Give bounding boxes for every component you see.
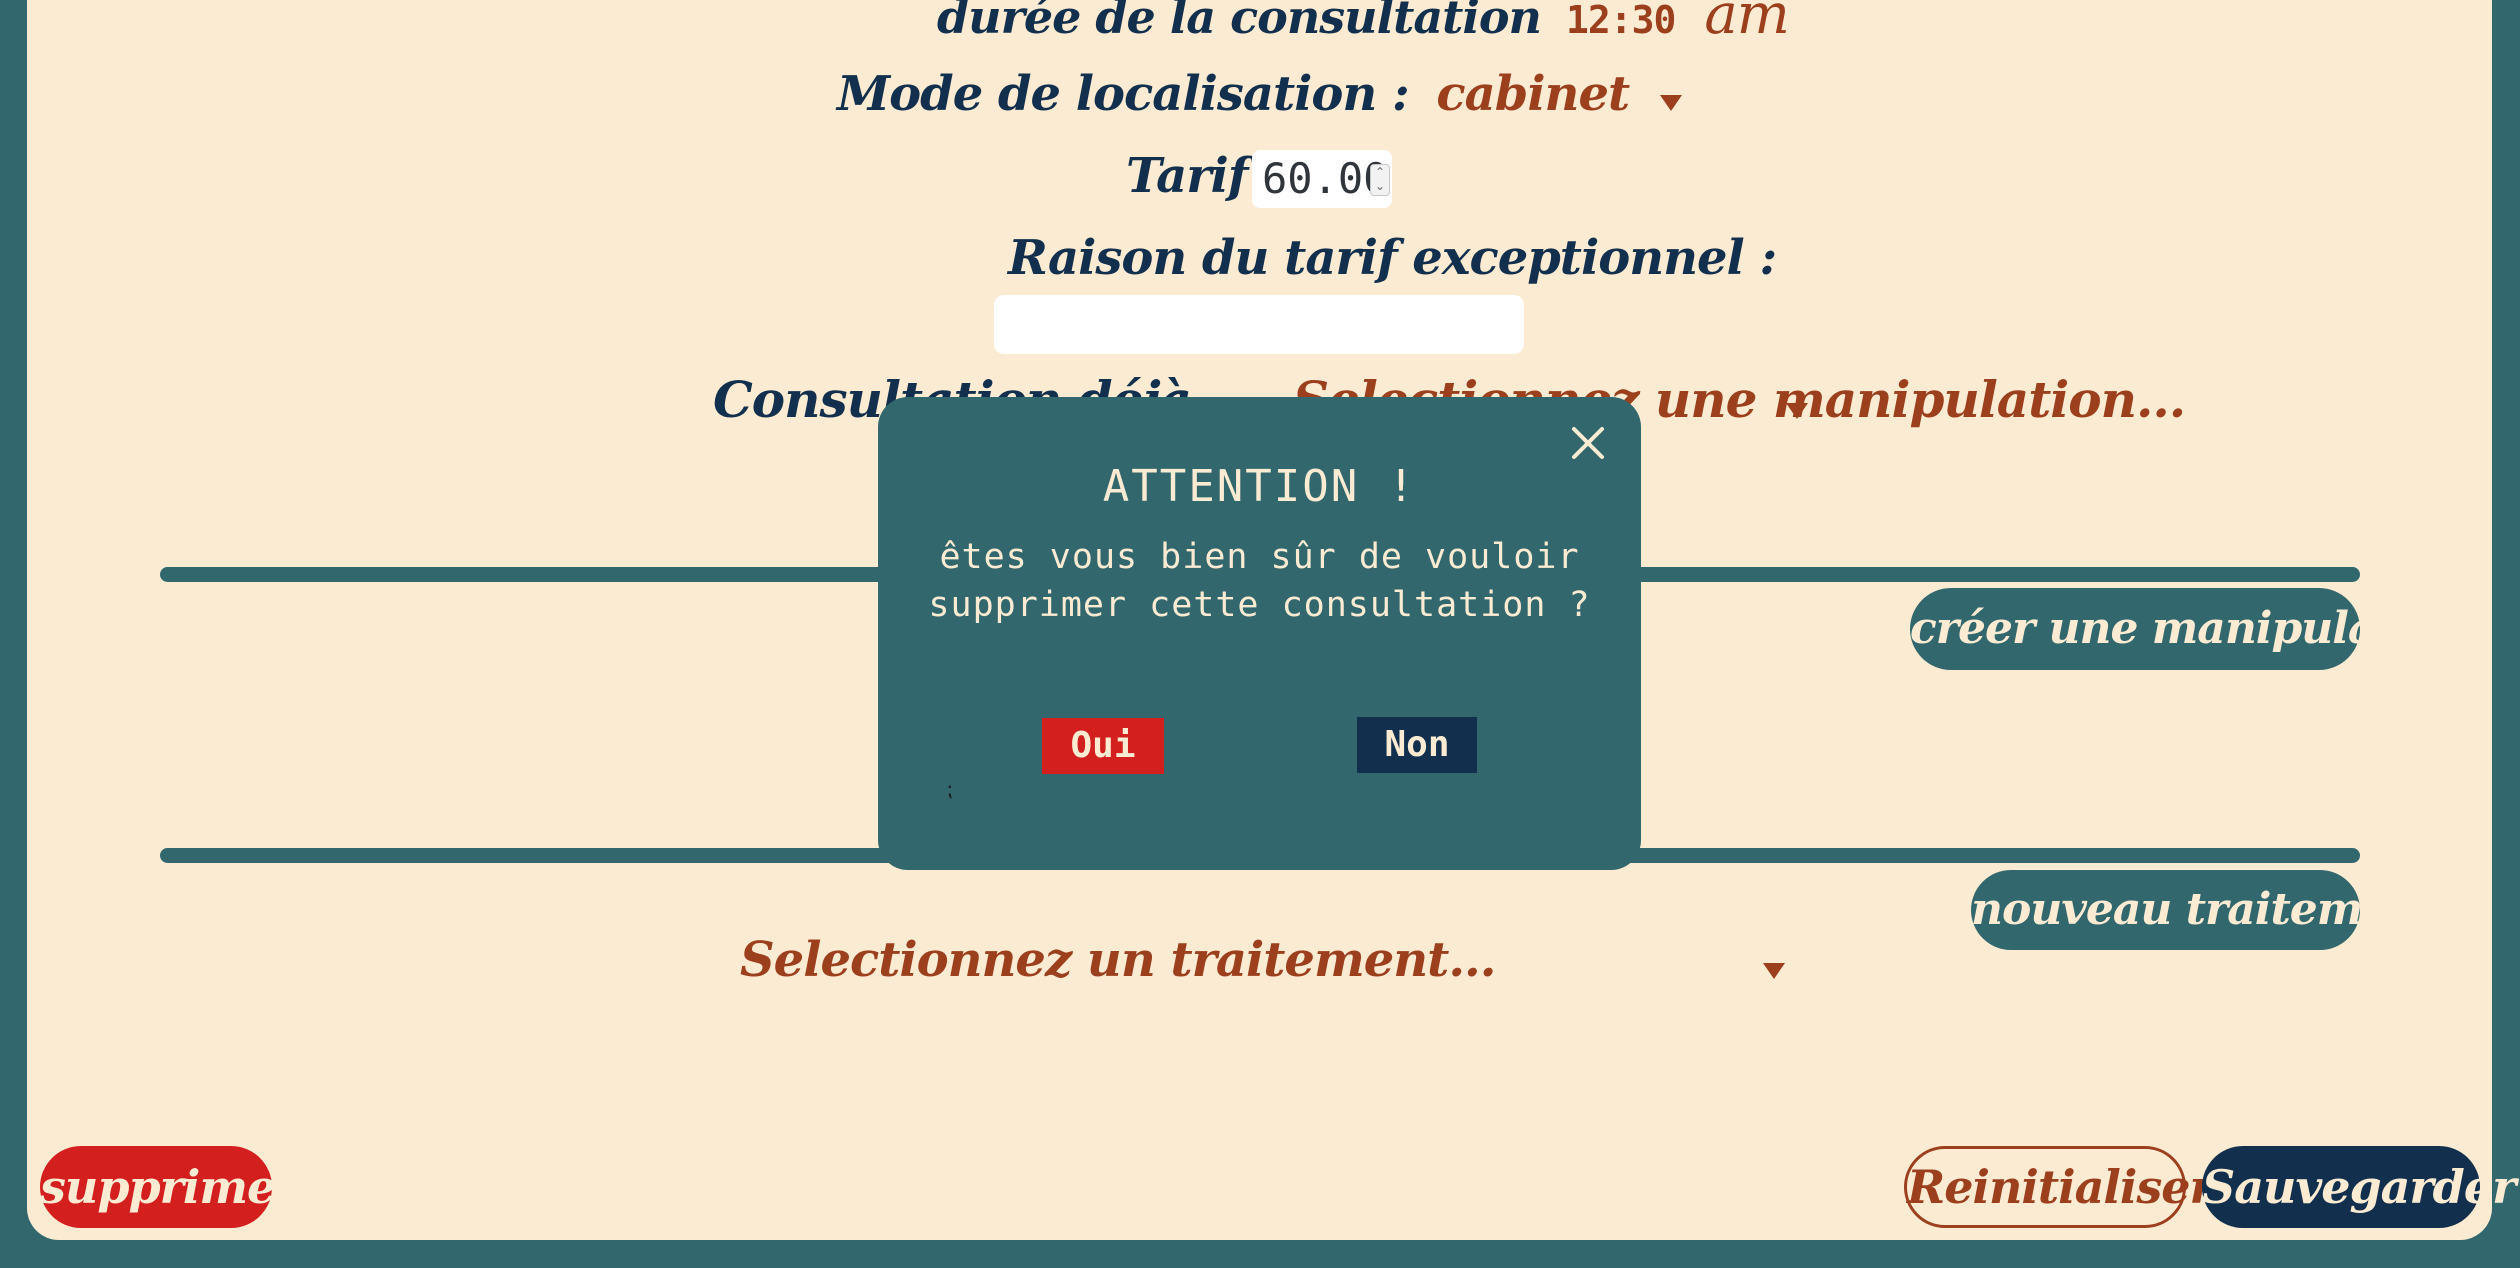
tarif-spinner-icon[interactable]: ⌃ ⌄ <box>1370 164 1390 196</box>
close-icon[interactable] <box>1566 421 1610 465</box>
confirm-delete-modal: ATTENTION ! êtes vous bien sûr de vouloi… <box>878 397 1641 870</box>
mode-select[interactable]: cabinet <box>1436 66 1630 122</box>
traitement-dropdown-arrow-icon[interactable] <box>1763 963 1785 979</box>
traitement-select[interactable]: Selectionnez un traitement... <box>740 932 1496 988</box>
duree-time-input[interactable]: 12:30 <box>1566 0 1676 42</box>
confirm-yes-button[interactable]: Oui <box>1042 718 1164 774</box>
cursor-artifact: ⁏ <box>946 777 953 801</box>
mode-dropdown-arrow-icon[interactable] <box>1660 95 1682 111</box>
new-traitement-button[interactable]: nouveau traitement <box>1971 870 2441 950</box>
modal-title: ATTENTION ! <box>1102 461 1417 512</box>
save-button[interactable]: Sauvegarder <box>2202 1146 2516 1228</box>
confirm-no-button[interactable]: Non <box>1357 717 1477 773</box>
duree-ampm[interactable]: am <box>1704 0 1789 47</box>
mode-row: Mode de localisation : cabinet <box>837 66 1630 122</box>
raison-label: Raison du tarif exceptionnel : <box>1008 230 1777 286</box>
tarif-input[interactable]: 60.00 ⌃ ⌄ <box>1252 150 1392 208</box>
duree-row: durée de la consultation 12:30 am <box>937 0 1790 47</box>
mode-label: Mode de localisation : <box>837 66 1410 122</box>
delete-button[interactable]: supprimer <box>40 1146 300 1228</box>
raison-input[interactable] <box>994 295 1524 354</box>
duree-label: durée de la consultation <box>937 0 1542 44</box>
reset-button[interactable]: Reinitialiser <box>1904 1146 2214 1228</box>
consultation-dropdown-arrow-icon[interactable] <box>1786 403 1808 419</box>
create-manipulation-button[interactable]: créer une manipulation <box>1910 588 2471 670</box>
modal-message: êtes vous bien sûr de vouloir supprimer … <box>928 537 1591 625</box>
